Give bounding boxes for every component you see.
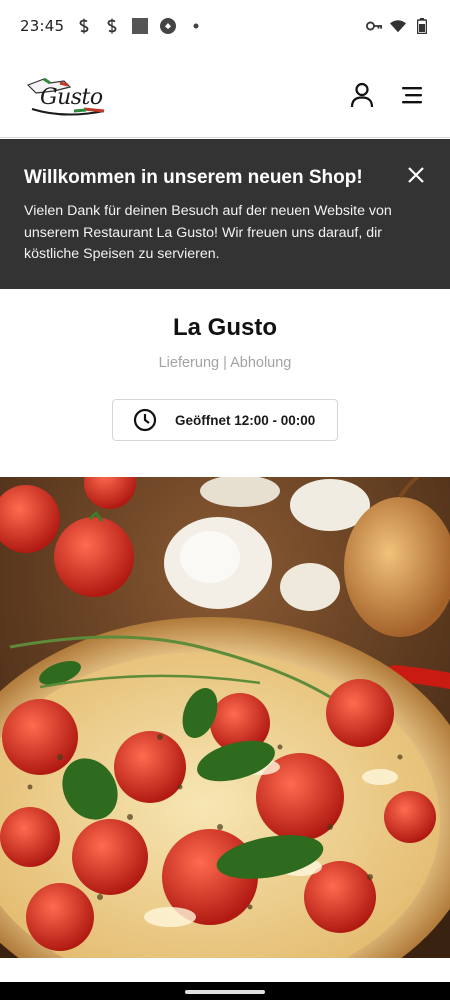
s-notification-icon bbox=[76, 18, 92, 34]
account-button[interactable] bbox=[348, 81, 376, 109]
restaurant-info: La Gusto Lieferung | Abholung Geöffnet 1… bbox=[0, 289, 450, 477]
close-icon bbox=[408, 167, 424, 183]
banner-title: Willkommen in unserem neuen Shop! bbox=[24, 167, 363, 188]
order-modes: Lieferung | Abholung bbox=[158, 355, 292, 371]
site-header: Gusto bbox=[0, 52, 450, 138]
key-icon bbox=[366, 18, 382, 34]
restaurant-name: La Gusto bbox=[172, 314, 277, 341]
clock-icon bbox=[133, 408, 157, 432]
s-notification-icon bbox=[104, 18, 120, 34]
battery-icon bbox=[414, 18, 430, 34]
system-nav-bar bbox=[0, 982, 450, 1000]
welcome-banner: Willkommen in unserem neuen Shop! Vielen… bbox=[0, 139, 450, 289]
pizza-image bbox=[0, 477, 450, 958]
logo[interactable]: Gusto bbox=[24, 71, 108, 119]
opening-hours-button[interactable]: Geöffnet 12:00 - 00:00 bbox=[112, 399, 338, 441]
hero-image bbox=[0, 477, 450, 958]
menu-icon bbox=[402, 86, 422, 103]
status-time: 23:45 bbox=[20, 17, 65, 35]
banner-text: Vielen Dank für deinen Besuch auf der ne… bbox=[24, 203, 392, 262]
logo-text: Gusto bbox=[40, 84, 103, 110]
opening-hours-text: Geöffnet 12:00 - 00:00 bbox=[175, 412, 316, 428]
status-bar: 23:45 bbox=[0, 0, 450, 52]
wifi-icon bbox=[390, 18, 406, 34]
dot-icon bbox=[188, 18, 204, 34]
menu-button[interactable] bbox=[398, 81, 426, 109]
circle-app-icon bbox=[160, 18, 177, 34]
user-icon bbox=[350, 82, 374, 107]
home-gesture-handle[interactable] bbox=[185, 990, 265, 994]
square-app-icon bbox=[132, 18, 149, 34]
banner-close-button[interactable] bbox=[404, 163, 428, 187]
